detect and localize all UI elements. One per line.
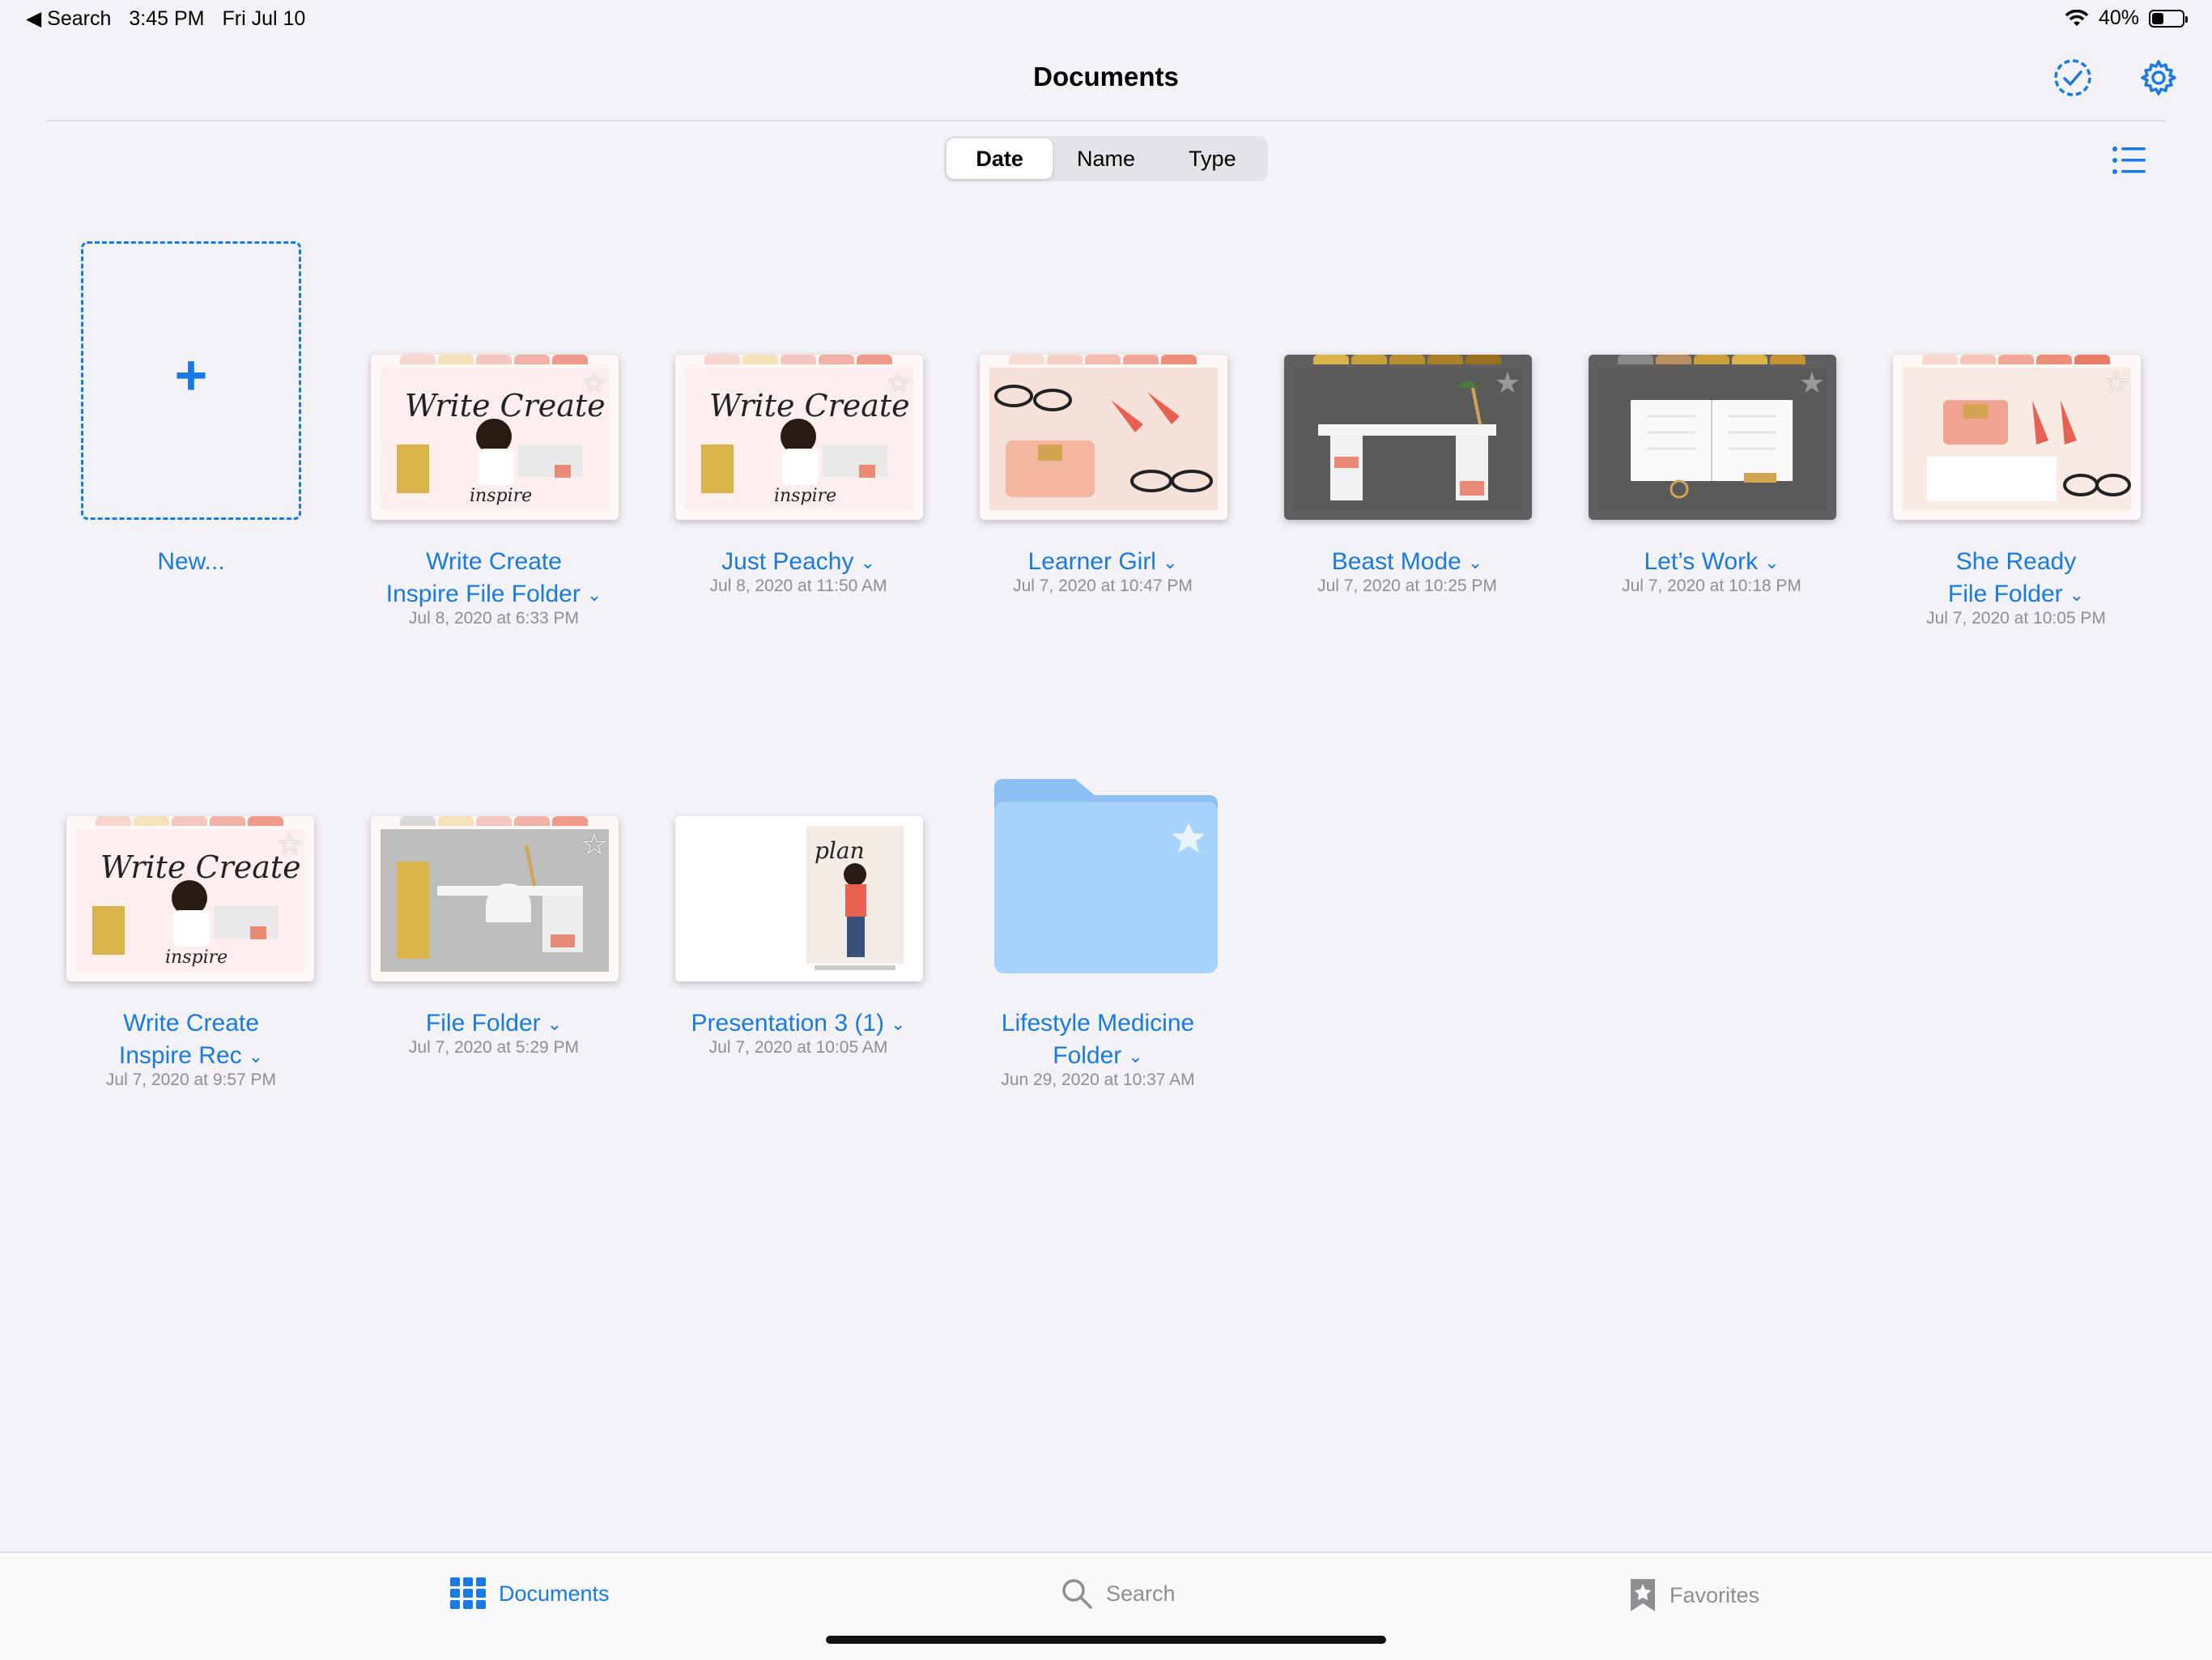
planner-fashion-illustration xyxy=(1903,368,2131,510)
desk-illustration: Write Create inspire xyxy=(381,368,609,510)
document-thumbnail[interactable]: ☆ xyxy=(1893,355,2141,520)
desk-illustration: Write Create inspire xyxy=(685,368,913,510)
document-date: Jul 7, 2020 at 9:57 PM xyxy=(105,1070,277,1089)
svg-text:inspire: inspire xyxy=(470,486,532,506)
select-checkmark-icon[interactable] xyxy=(2050,55,2095,100)
battery-icon xyxy=(2149,9,2188,28)
chevron-down-icon[interactable]: ⌄ xyxy=(1764,547,1779,579)
chevron-down-icon[interactable]: ⌄ xyxy=(860,547,874,579)
fashion-illustration xyxy=(989,368,1218,510)
status-bar: ◀ Search 3:45 PM Fri Jul 10 40% xyxy=(0,0,2212,39)
document-date: Jul 8, 2020 at 6:33 PM xyxy=(408,609,580,628)
desk-illustration: Write Create inspire xyxy=(76,829,304,972)
document-date: Jul 7, 2020 at 10:25 PM xyxy=(1317,577,1497,595)
document-date: Jul 7, 2020 at 10:05 PM xyxy=(1926,609,2106,628)
tab-search[interactable]: Search xyxy=(1061,1577,1176,1610)
sort-date-option[interactable]: Date xyxy=(946,138,1053,179)
favorite-star-icon[interactable]: ☆ xyxy=(581,366,607,400)
wifi-icon xyxy=(2065,9,2089,26)
new-document-button[interactable]: + xyxy=(81,241,301,520)
plus-icon: + xyxy=(174,343,208,406)
document-name[interactable]: Write Create Inspire File Folder ⌄ xyxy=(348,546,640,611)
folder-name[interactable]: Lifestyle Medicine Folder ⌄ xyxy=(952,1007,1244,1073)
home-indicator[interactable] xyxy=(826,1636,1386,1644)
tab-documents[interactable]: Documents xyxy=(450,1577,610,1610)
status-date: Fri Jul 10 xyxy=(222,6,306,30)
svg-text:inspire: inspire xyxy=(774,486,836,506)
document-name[interactable]: Write Create Inspire Rec ⌄ xyxy=(45,1007,337,1073)
new-document-label[interactable]: New... xyxy=(45,546,337,578)
list-view-icon[interactable] xyxy=(2112,144,2147,177)
header-divider xyxy=(47,120,2165,121)
tab-search-label: Search xyxy=(1106,1581,1176,1606)
tab-favorites[interactable]: Favorites xyxy=(1629,1577,1759,1613)
back-to-search-link[interactable]: ◀ Search xyxy=(26,6,111,31)
tab-documents-label: Documents xyxy=(499,1581,610,1606)
bookmark-star-icon xyxy=(1631,1579,1655,1611)
document-thumbnail[interactable]: Write Create inspire ☆ xyxy=(66,816,314,981)
document-name[interactable]: Let’s Work ⌄ xyxy=(1566,546,1857,579)
chevron-down-icon[interactable]: ⌄ xyxy=(1163,547,1177,579)
gray-desk-illustration xyxy=(381,829,609,972)
document-name[interactable]: She Ready File Folder ⌄ xyxy=(1870,546,2162,611)
document-date: Jul 8, 2020 at 11:50 AM xyxy=(709,577,887,595)
grid-icon xyxy=(450,1577,486,1609)
favorite-star-icon[interactable]: ☆ xyxy=(277,828,303,862)
favorite-star-icon[interactable]: ☆ xyxy=(2104,366,2129,400)
chevron-down-icon[interactable]: ⌄ xyxy=(587,579,602,611)
document-date: Jul 7, 2020 at 10:18 PM xyxy=(1622,577,1802,595)
svg-text:Write Create: Write Create xyxy=(405,388,606,424)
favorite-star-icon[interactable]: ★ xyxy=(1495,366,1521,400)
presentation-illustration: plan xyxy=(685,826,913,972)
chevron-down-icon[interactable]: ⌄ xyxy=(249,1041,263,1073)
document-name[interactable]: Presentation 3 (1) ⌄ xyxy=(653,1007,944,1041)
svg-text:Write Create: Write Create xyxy=(709,388,910,424)
document-name[interactable]: File Folder ⌄ xyxy=(348,1007,640,1041)
planner-illustration xyxy=(1598,368,1827,510)
document-name[interactable]: Beast Mode ⌄ xyxy=(1261,546,1553,579)
status-time: 3:45 PM xyxy=(129,6,205,30)
sort-name-option[interactable]: Name xyxy=(1053,138,1159,179)
sort-type-option[interactable]: Type xyxy=(1159,138,1266,179)
document-name[interactable]: Just Peachy ⌄ xyxy=(653,546,944,579)
page-title: Documents xyxy=(1033,62,1179,92)
dark-desk-illustration xyxy=(1294,368,1522,510)
gear-icon[interactable] xyxy=(2136,55,2181,100)
battery-fill xyxy=(2152,12,2163,24)
folder-icon[interactable] xyxy=(994,779,1218,973)
chevron-down-icon[interactable]: ⌄ xyxy=(1128,1041,1142,1073)
sort-segmented-control: Date Name Type xyxy=(944,136,1268,181)
favorite-star-icon[interactable]: ☆ xyxy=(581,828,607,862)
document-thumbnail[interactable]: ★ xyxy=(1284,355,1532,520)
svg-text:Write Create: Write Create xyxy=(100,849,301,885)
document-thumbnail[interactable]: Write Create inspire ☆ xyxy=(675,355,923,520)
folder-date: Jun 29, 2020 at 10:37 AM xyxy=(1001,1070,1195,1089)
chevron-down-icon[interactable]: ⌄ xyxy=(1468,547,1482,579)
document-thumbnail[interactable] xyxy=(980,355,1227,520)
svg-text:inspire: inspire xyxy=(165,947,228,968)
document-date: Jul 7, 2020 at 5:29 PM xyxy=(408,1038,580,1057)
document-thumbnail[interactable]: ★ xyxy=(1589,355,1836,520)
document-name[interactable]: Learner Girl ⌄ xyxy=(957,546,1249,579)
battery-percent: 40% xyxy=(2098,6,2139,29)
favorite-star-icon[interactable]: ☆ xyxy=(886,366,912,400)
back-label: Search xyxy=(47,7,112,30)
document-thumbnail[interactable]: Write Create inspire ☆ xyxy=(371,355,619,520)
chevron-down-icon[interactable]: ⌄ xyxy=(891,1008,905,1041)
favorite-star-icon[interactable]: ★ xyxy=(1799,366,1825,400)
svg-text:plan: plan xyxy=(815,837,865,864)
tab-favorites-label: Favorites xyxy=(1670,1582,1760,1607)
search-icon xyxy=(1062,1579,1092,1609)
document-date: Jul 7, 2020 at 10:47 PM xyxy=(1013,577,1193,595)
chevron-down-icon[interactable]: ⌄ xyxy=(2069,579,2084,611)
document-thumbnail[interactable]: plan xyxy=(675,816,923,981)
document-date: Jul 7, 2020 at 10:05 AM xyxy=(708,1038,888,1057)
document-thumbnail[interactable]: ☆ xyxy=(371,816,619,981)
chevron-down-icon[interactable]: ⌄ xyxy=(547,1008,562,1041)
